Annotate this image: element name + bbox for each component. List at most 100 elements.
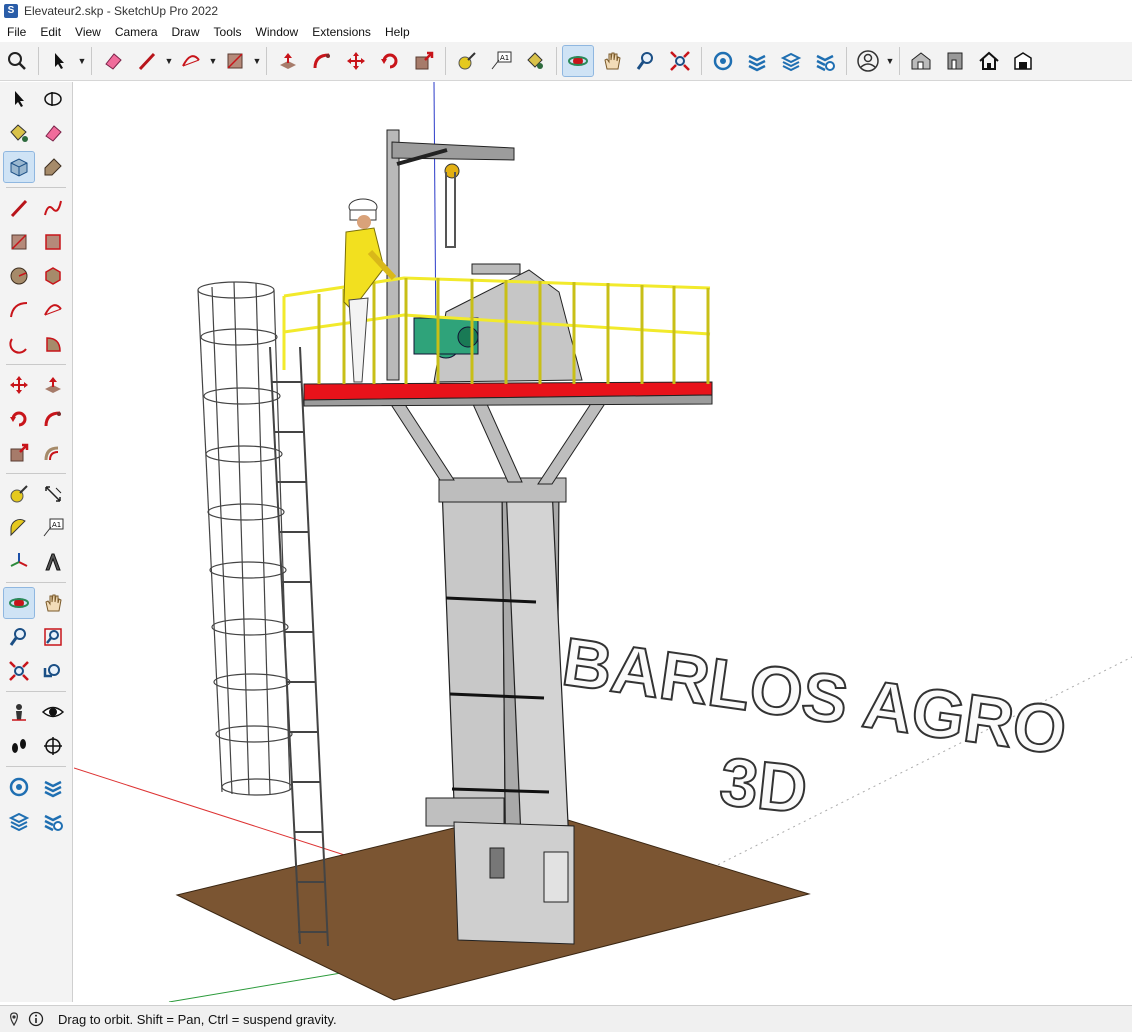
arc-icon[interactable] [4, 295, 34, 325]
menu-draw[interactable]: Draw [165, 25, 207, 39]
model-viewport[interactable]: BARLOS AGRO 3D [74, 82, 1132, 1002]
tape-measure-icon[interactable] [452, 46, 482, 76]
rotate-icon[interactable] [4, 404, 34, 434]
menu-window[interactable]: Window [249, 25, 306, 39]
status-bar: Drag to orbit. Shift = Pan, Ctrl = suspe… [0, 1005, 1132, 1032]
user-icon[interactable] [853, 46, 883, 76]
layout-icon[interactable] [4, 806, 34, 836]
push-pull-icon[interactable] [273, 46, 303, 76]
menu-file[interactable]: File [0, 25, 33, 39]
3d-warehouse-icon[interactable] [708, 46, 738, 76]
position-camera-icon[interactable] [4, 697, 34, 727]
axes-icon[interactable] [4, 547, 34, 577]
zoom-window-icon[interactable] [38, 622, 68, 652]
dimension-icon[interactable] [38, 479, 68, 509]
arc-icon[interactable] [176, 46, 206, 76]
toolbar-separator [6, 473, 66, 474]
look-around-icon[interactable] [38, 697, 68, 727]
front-view-icon[interactable] [940, 46, 970, 76]
blue-axis-line [433, 82, 437, 353]
orbit-icon[interactable] [3, 587, 35, 619]
rectangle-icon[interactable] [4, 227, 34, 257]
pencil-dropdown-icon[interactable]: ▼ [164, 46, 174, 76]
3d-text-icon[interactable] [38, 547, 68, 577]
text-icon[interactable]: A1 [38, 513, 68, 543]
orbit-icon[interactable] [562, 45, 594, 77]
menu-camera[interactable]: Camera [108, 25, 165, 39]
extension-warehouse-icon[interactable] [742, 46, 772, 76]
user-dropdown-icon[interactable]: ▼ [885, 46, 895, 76]
three-point-arc-icon[interactable] [4, 329, 34, 359]
scale-icon[interactable] [409, 46, 439, 76]
text-icon[interactable]: A1 [486, 46, 516, 76]
line-icon[interactable] [4, 193, 34, 223]
layout-icon[interactable] [776, 46, 806, 76]
protractor-icon[interactable] [4, 513, 34, 543]
crane-post [386, 129, 400, 381]
left-toolbar: A1 [0, 82, 73, 1002]
iso-view-icon[interactable] [906, 46, 936, 76]
select-dropdown-icon[interactable]: ▼ [77, 46, 87, 76]
eraser-icon[interactable] [38, 118, 68, 148]
rotated-rectangle-icon[interactable] [38, 227, 68, 257]
follow-me-icon[interactable] [307, 46, 337, 76]
walk-icon[interactable] [4, 731, 34, 761]
scale-icon[interactable] [4, 438, 34, 468]
extension-manager-icon[interactable] [810, 46, 840, 76]
pencil-icon[interactable] [132, 46, 162, 76]
orbit-tool-icon[interactable] [38, 84, 68, 114]
move-icon[interactable] [341, 46, 371, 76]
toolbar-separator [556, 47, 557, 75]
menu-view[interactable]: View [68, 25, 108, 39]
geolocation-icon[interactable] [6, 1011, 22, 1027]
offset-icon[interactable] [38, 438, 68, 468]
section-plane-icon[interactable] [38, 731, 68, 761]
3d-warehouse-icon[interactable] [4, 772, 34, 802]
menu-bar: File Edit View Camera Draw Tools Window … [0, 22, 1132, 42]
select-icon[interactable] [45, 46, 75, 76]
menu-extensions[interactable]: Extensions [305, 25, 378, 39]
zoom-icon[interactable] [4, 622, 34, 652]
tag-icon[interactable] [38, 152, 68, 182]
svg-text:A1: A1 [500, 54, 509, 62]
pan-icon[interactable] [38, 588, 68, 618]
paint-bucket-icon[interactable] [520, 46, 550, 76]
home-view-icon[interactable] [974, 46, 1004, 76]
arc-dropdown-icon[interactable]: ▼ [208, 46, 218, 76]
toolbar-separator [445, 47, 446, 75]
search-icon[interactable] [2, 46, 32, 76]
extension-warehouse-icon[interactable] [38, 772, 68, 802]
pan-icon[interactable] [597, 46, 627, 76]
follow-me-icon[interactable] [38, 404, 68, 434]
scene-canvas[interactable]: BARLOS AGRO 3D [74, 82, 1132, 1002]
menu-edit[interactable]: Edit [33, 25, 68, 39]
paint-bucket-icon[interactable] [4, 118, 34, 148]
pie-icon[interactable] [38, 329, 68, 359]
component-icon[interactable] [3, 151, 35, 183]
zoom-icon[interactable] [631, 46, 661, 76]
polygon-icon[interactable] [38, 261, 68, 291]
menu-tools[interactable]: Tools [207, 25, 249, 39]
top-view-icon[interactable] [1008, 46, 1038, 76]
select-icon[interactable] [4, 84, 34, 114]
eraser-icon[interactable] [98, 46, 128, 76]
circle-icon[interactable] [4, 261, 34, 291]
tape-measure-icon[interactable] [4, 479, 34, 509]
toolbar-separator [91, 47, 92, 75]
zoom-extents-icon[interactable] [665, 46, 695, 76]
freehand-icon[interactable] [38, 193, 68, 223]
two-point-arc-icon[interactable] [38, 295, 68, 325]
status-message: Drag to orbit. Shift = Pan, Ctrl = suspe… [58, 1011, 337, 1027]
info-icon[interactable] [28, 1011, 44, 1027]
rotate-icon[interactable] [375, 46, 405, 76]
rectangle-icon[interactable] [220, 46, 250, 76]
move-icon[interactable] [4, 370, 34, 400]
push-pull-icon[interactable] [38, 370, 68, 400]
toolbar-separator [6, 364, 66, 365]
previous-view-icon[interactable] [38, 656, 68, 686]
menu-help[interactable]: Help [378, 25, 417, 39]
zoom-extents-icon[interactable] [4, 656, 34, 686]
drive-motor [413, 317, 479, 359]
rectangle-dropdown-icon[interactable]: ▼ [252, 46, 262, 76]
extension-manager-icon[interactable] [38, 806, 68, 836]
